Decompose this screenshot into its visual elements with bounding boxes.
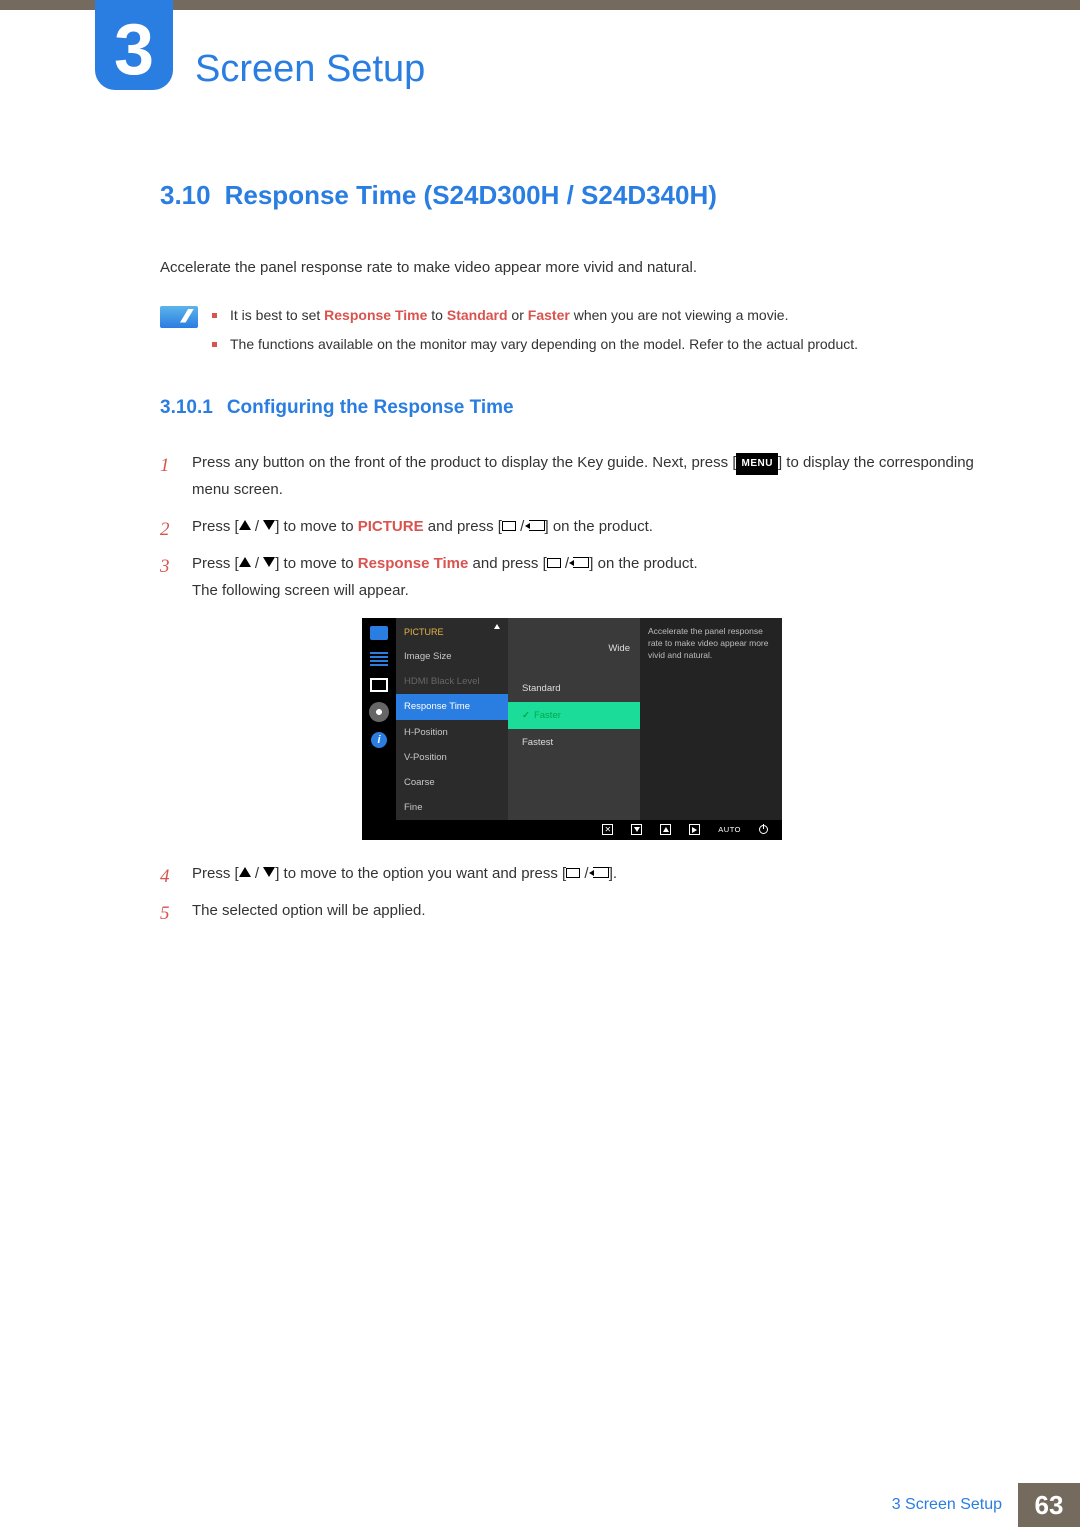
down-arrow-icon [263,557,275,567]
chapter-title: Screen Setup [195,48,425,91]
osd-menu-item-disabled: HDMI Black Level [396,669,508,694]
chapter-number-badge: 3 [95,0,173,90]
expand-icon [370,678,388,692]
osd-help-text: Accelerate the panel response rate to ma… [640,618,782,820]
rect-icon [502,521,516,531]
osd-menu-item: H-Position [396,720,508,745]
up-arrow-icon [494,624,500,629]
section-intro: Accelerate the panel response rate to ma… [160,257,975,280]
step-1: Press any button on the front of the pro… [160,449,975,503]
osd-option-selected: Faster [508,702,640,729]
note-item: It is best to set Response Time to Stand… [212,304,975,328]
osd-menu-item: Image Size [396,644,508,669]
note-list: It is best to set Response Time to Stand… [212,304,975,364]
down-arrow-icon [263,520,275,530]
section-title-text: Response Time (S24D300H / S24D340H) [225,180,717,210]
keyword-standard: Standard [447,307,508,323]
auto-label: AUTO [718,823,741,837]
osd-value-column: Wide Standard Faster Fastest [508,618,640,820]
text: ] to move to [275,518,358,535]
up-arrow-icon [239,557,251,567]
down-arrow-icon [263,867,275,877]
note-block: It is best to set Response Time to Stand… [160,304,975,364]
section-number: 3.10 [160,180,211,210]
step-3: Press [ / ] to move to Response Time and… [160,550,975,840]
text: Press [ [192,518,239,535]
up-arrow-icon [239,867,251,877]
steps-list: Press any button on the front of the pro… [160,449,975,924]
osd-menu-item: Coarse [396,770,508,795]
text: to [427,307,446,323]
rect-icon [566,868,580,878]
text: The following screen will appear. [192,582,409,599]
text: Press any button on the front of the pro… [192,454,736,471]
text: Press [ [192,865,239,882]
osd-option: Standard [508,675,640,702]
step-4: Press [ / ] to move to the option you wa… [160,860,975,887]
osd-option: Fastest [508,729,640,756]
text: and press [ [424,518,502,535]
osd-menu-column: PICTURE Image Size HDMI Black Level Resp… [396,618,508,820]
close-icon: ✕ [602,824,613,835]
gear-icon [371,704,387,720]
down-arrow-icon [631,824,642,835]
note-icon [160,306,198,328]
info-icon: i [371,732,387,748]
text: and press [ [468,555,546,572]
osd-menu-item: Fine [396,795,508,820]
subsection-title-text: Configuring the Response Time [227,397,514,418]
enter-icon [573,557,589,568]
osd-screenshot: i PICTURE Image Size HDMI Black Level Re… [362,618,782,840]
up-arrow-icon [660,824,671,835]
menu-button-badge: MENU [736,453,777,475]
page-number: 63 [1018,1483,1080,1527]
step-2: Press [ / ] to move to PICTURE and press… [160,513,975,540]
text: ] on the product. [589,555,697,572]
keyword-response-time: Response Time [358,555,469,572]
page-footer: 3 Screen Setup 63 [0,1483,1080,1527]
text: or [508,307,528,323]
page-content: 3.10Response Time (S24D300H / S24D340H) … [160,180,975,934]
note-item: The functions available on the monitor m… [212,333,975,357]
osd-value-wide: Wide [508,636,640,675]
power-icon [759,825,768,834]
monitor-icon [370,626,388,640]
bars-icon [370,652,388,666]
osd-menu-item-selected: Response Time [396,694,508,719]
enter-icon [593,867,609,878]
step-5: The selected option will be applied. [160,897,975,924]
osd-bottom-bar: ✕ AUTO [362,820,782,840]
up-arrow-icon [239,520,251,530]
chapter-header: 3 Screen Setup [95,22,425,91]
osd-menu-header: PICTURE [404,624,444,640]
text: when you are not viewing a movie. [570,307,789,323]
keyword-response-time: Response Time [324,307,427,323]
enter-icon [529,520,545,531]
rect-icon [547,558,561,568]
subsection-heading: 3.10.1 Configuring the Response Time [160,397,975,419]
subsection-number: 3.10.1 [160,397,213,418]
text: ] to move to the option you want and pre… [275,865,566,882]
keyword-picture: PICTURE [358,518,424,535]
osd-sidebar: i [362,618,396,820]
text: ]. [609,865,617,882]
text: ] on the product. [545,518,653,535]
section-heading: 3.10 Response Time (S24D300H / S24D340H) [160,180,975,211]
text: It is best to set [230,307,324,323]
right-arrow-icon [689,824,700,835]
keyword-faster: Faster [528,307,570,323]
text: Press [ [192,555,239,572]
osd-menu-item: V-Position [396,745,508,770]
text: ] to move to [275,555,358,572]
footer-chapter-label: 3 Screen Setup [892,1496,1018,1514]
